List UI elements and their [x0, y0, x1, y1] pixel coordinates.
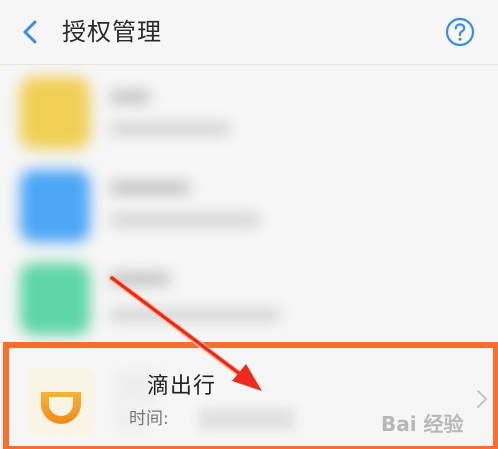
blurred-text: [110, 309, 280, 321]
auth-time-label: 时间:: [129, 409, 169, 429]
list-item[interactable]: [0, 251, 498, 343]
app-name: 滴出行: [147, 374, 217, 399]
watermark-text: Bai 经验: [381, 412, 464, 436]
chevron-left-icon[interactable]: [19, 18, 43, 46]
list-item-didi[interactable]: 滴出行 时间: Bai 经验: [3, 342, 498, 449]
chevron-right-icon: [477, 390, 487, 408]
nav-bar: 授权管理: [0, 0, 498, 65]
blurred-app-list: [0, 65, 498, 345]
blurred-text: [110, 214, 260, 226]
app-icon: [20, 170, 90, 242]
blurred-text: [110, 91, 150, 103]
auth-time-value-mask: [199, 408, 295, 430]
list-item[interactable]: [0, 158, 498, 250]
blurred-text: [110, 123, 230, 135]
question-circle-icon[interactable]: [445, 17, 475, 47]
blurred-text: [110, 273, 170, 285]
blurred-text: [110, 182, 190, 194]
authorization-management-screen: 授权管理 滴出行 时间: Bai 经验: [0, 0, 498, 449]
page-title: 授权管理: [62, 18, 162, 46]
app-icon: [20, 77, 90, 149]
app-icon: [20, 263, 90, 335]
list-item[interactable]: [0, 65, 498, 157]
didi-logo-icon: [27, 368, 95, 436]
